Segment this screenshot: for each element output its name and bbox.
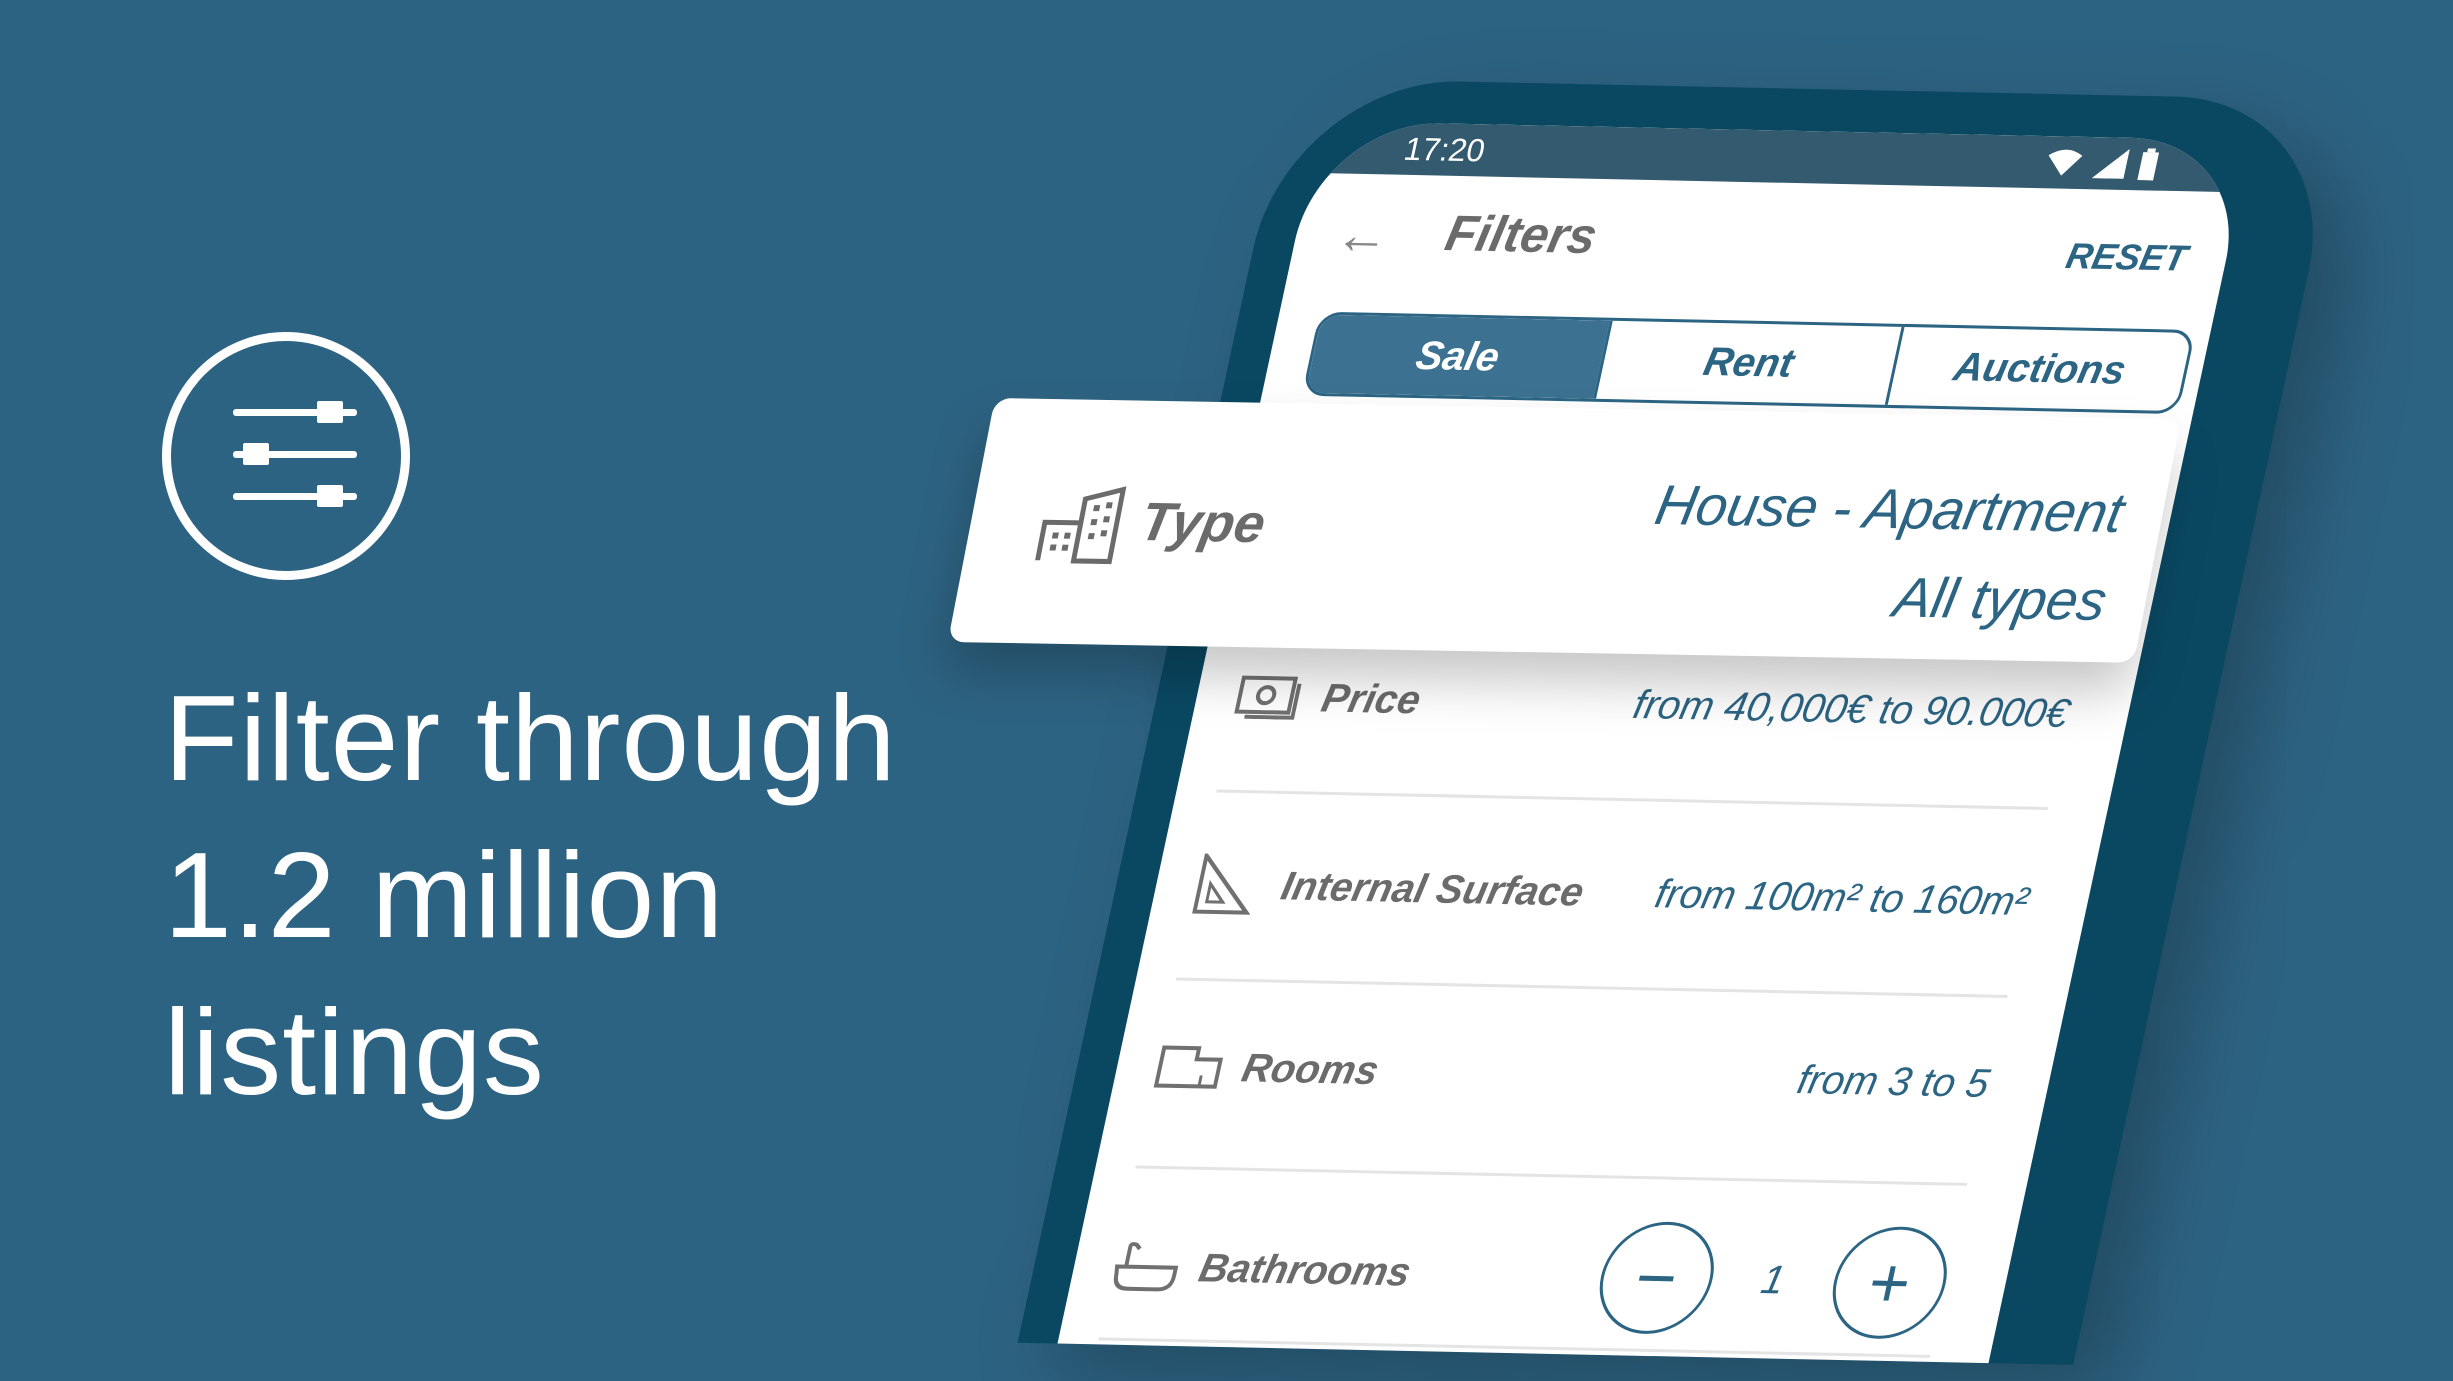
filter-row-bathrooms: Bathrooms − 1 + xyxy=(1101,1206,1958,1343)
battery-icon xyxy=(2137,148,2160,181)
wifi-icon xyxy=(2048,149,2083,176)
tab-sale[interactable]: Sale xyxy=(1305,314,1611,399)
phone-mockup: 17:20 ← Filters RESET Sale Rent Auctions… xyxy=(1017,78,2346,1365)
headline: Filter through 1.2 million listings xyxy=(164,660,897,1131)
filter-label: Internal Surface xyxy=(1277,863,1588,915)
status-time: 17:20 xyxy=(1401,130,1489,168)
tab-auctions[interactable]: Auctions xyxy=(1884,326,2193,411)
filter-label: Type xyxy=(1135,491,1271,555)
filter-row-rooms[interactable]: Rooms from 3 to 5 xyxy=(1147,1021,1998,1128)
phone-screen: 17:20 ← Filters RESET Sale Rent Auctions… xyxy=(1057,120,2252,1364)
divider xyxy=(1216,789,2049,811)
listing-type-tabs: Sale Rent Auctions xyxy=(1301,311,2196,415)
filter-card-type[interactable]: Type House - Apartment All types xyxy=(947,398,2182,663)
filter-row-internal-surface[interactable]: Internal Surface from 100m² to 160m² xyxy=(1187,840,2038,947)
filter-label: Rooms xyxy=(1238,1045,1383,1093)
headline-line: 1.2 million xyxy=(164,827,725,963)
increment-button[interactable]: + xyxy=(1821,1225,1958,1340)
divider xyxy=(1175,977,2008,998)
signal-icon xyxy=(2091,148,2130,179)
filter-value: from 3 to 5 xyxy=(1793,1057,1994,1106)
filter-value: from 40,000€ to 90.000€ xyxy=(1629,682,2074,736)
buildings-icon xyxy=(1032,484,1132,570)
filter-value: from 100m² to 160m² xyxy=(1651,871,2033,924)
filter-value-secondary: All types xyxy=(1888,565,2113,633)
reset-button[interactable]: RESET xyxy=(2062,235,2191,280)
filter-label: Price xyxy=(1317,675,1425,722)
bathrooms-value: 1 xyxy=(1757,1257,1790,1303)
app-header: ← Filters RESET xyxy=(1282,173,2241,323)
set-square-icon xyxy=(1190,853,1273,917)
filter-value: House - Apartment xyxy=(1650,472,2130,545)
banknote-icon xyxy=(1232,675,1311,720)
divider xyxy=(1135,1165,1968,1186)
filter-label: Bathrooms xyxy=(1195,1245,1415,1295)
decrement-button[interactable]: − xyxy=(1588,1220,1725,1335)
headline-line: listings xyxy=(164,984,545,1120)
filter-row-price[interactable]: Price from 40,000€ to 90.000€ xyxy=(1227,652,2078,759)
bathrooms-stepper: − 1 + xyxy=(1588,1220,1958,1340)
tab-rent[interactable]: Rent xyxy=(1593,320,1902,405)
sliders-icon xyxy=(162,332,410,580)
headline-line: Filter through xyxy=(164,670,897,806)
arrow-left-icon[interactable]: ← xyxy=(1330,204,1397,267)
page-title: Filters xyxy=(1440,204,1603,265)
bathtub-icon xyxy=(1109,1240,1190,1293)
floorplan-icon xyxy=(1152,1044,1231,1089)
